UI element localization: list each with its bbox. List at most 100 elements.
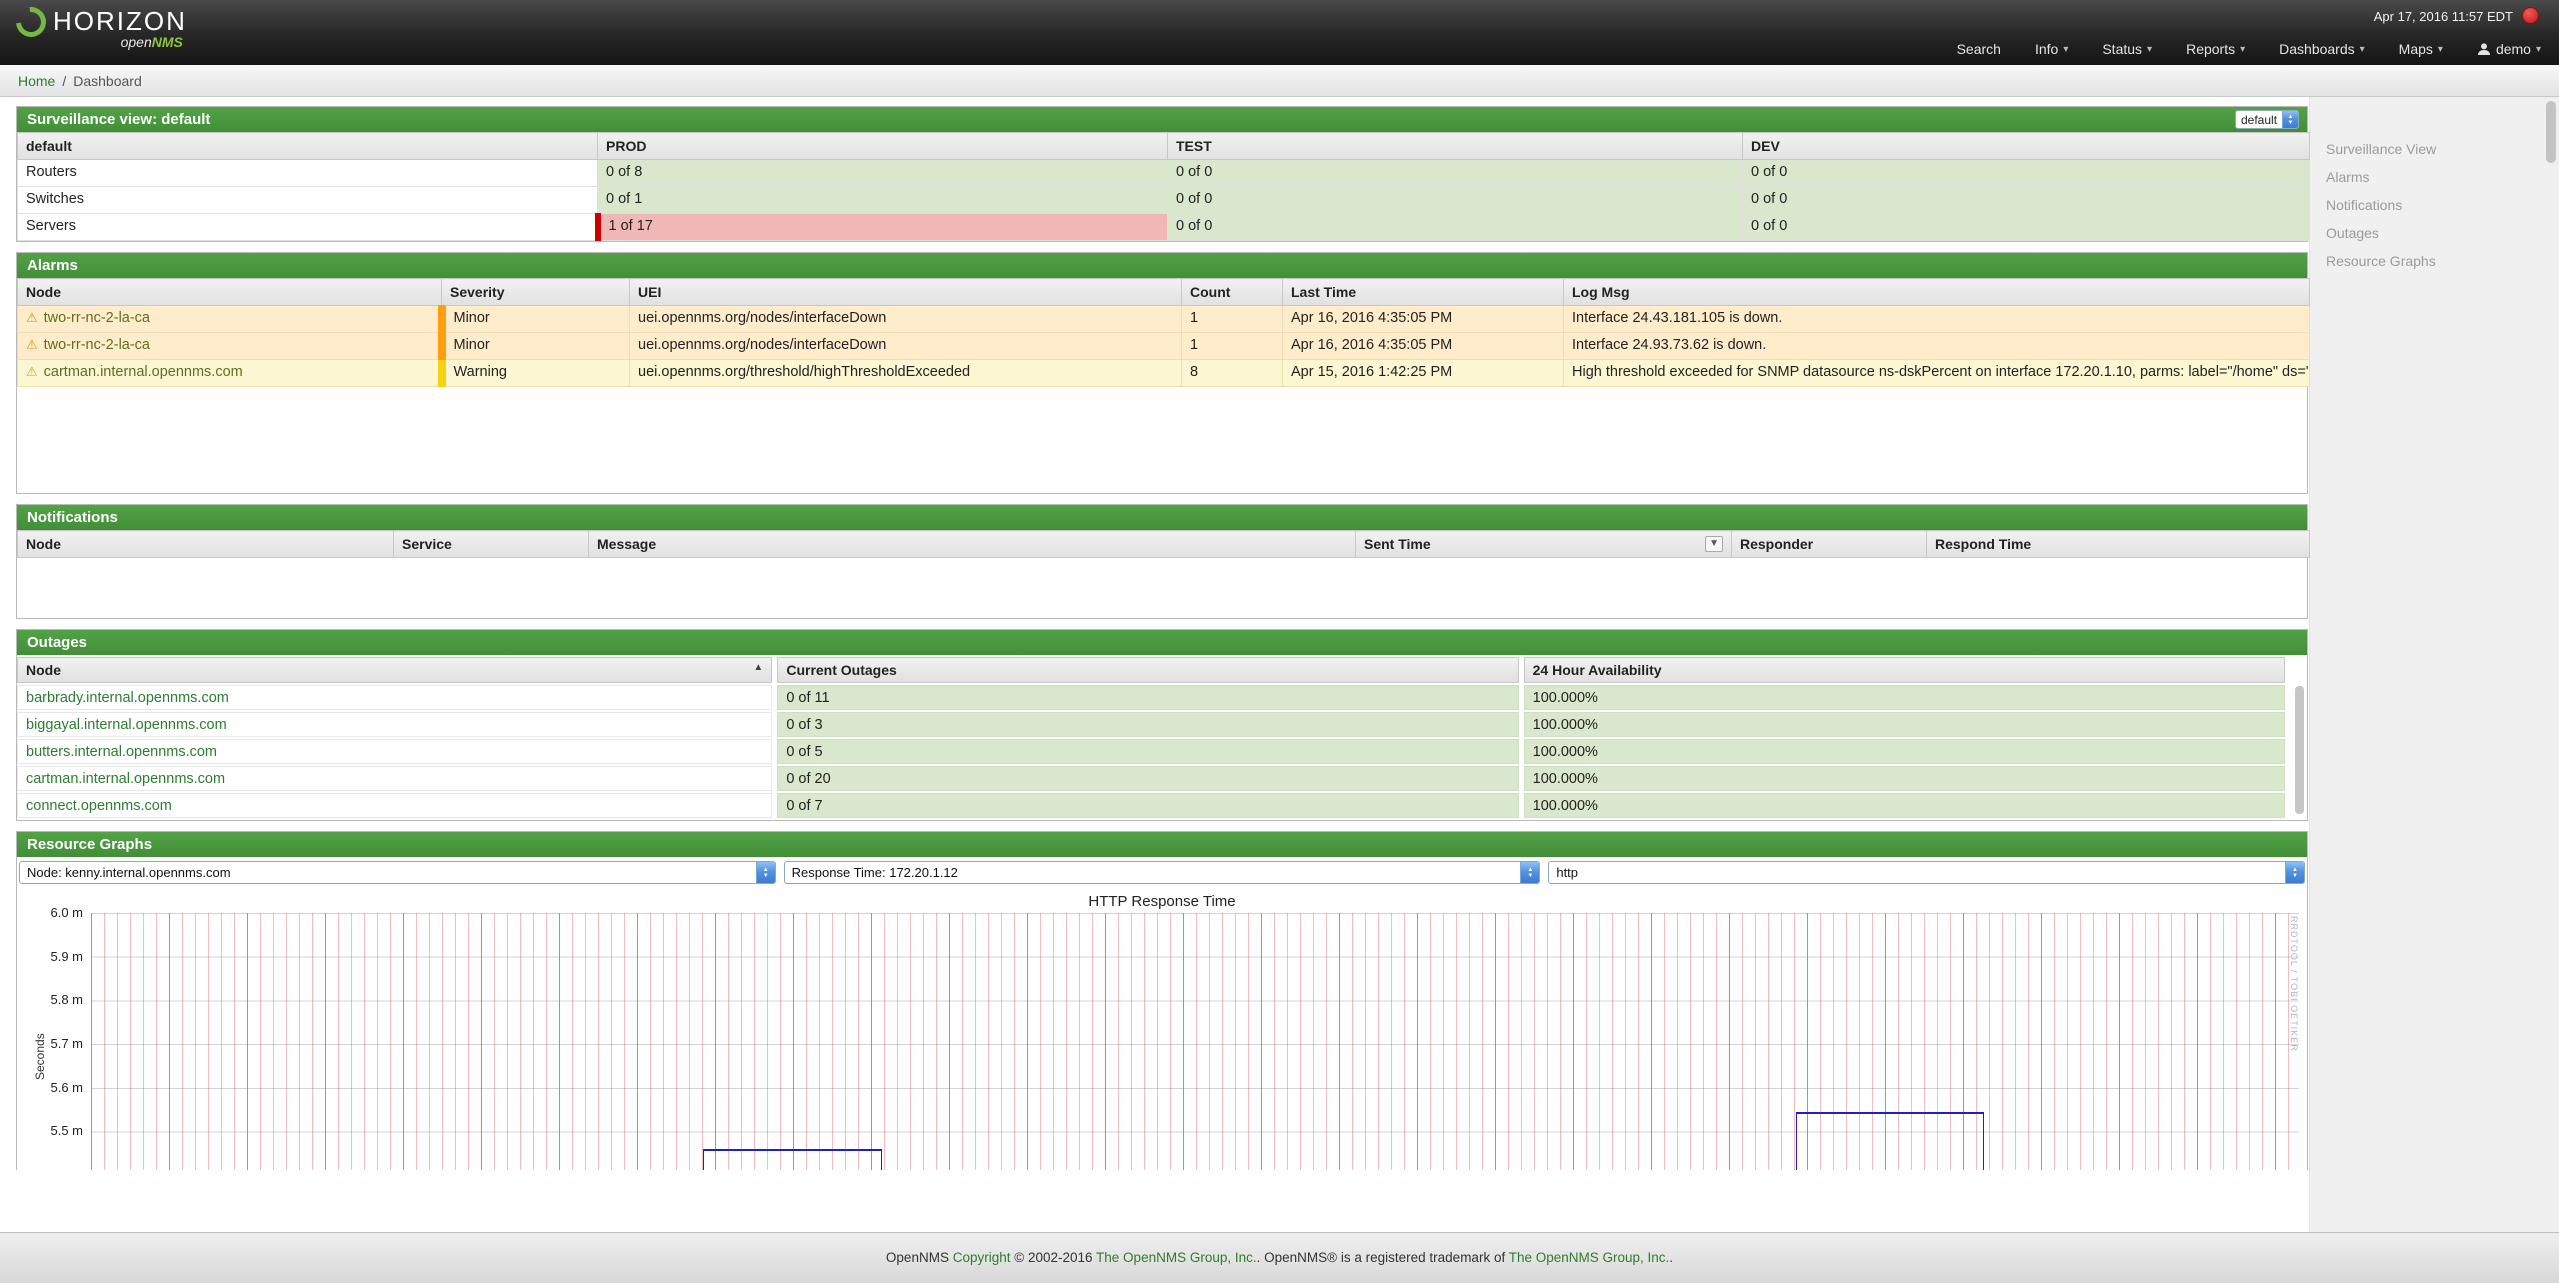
chevron-down-icon: ▾ xyxy=(2147,44,2152,55)
alarms-panel-title: Alarms xyxy=(27,257,78,274)
surveillance-cell[interactable]: 0 of 8 xyxy=(598,160,1168,187)
outage-row: connect.opennms.com 0 of 7 100.000% xyxy=(17,793,2285,818)
outage-availability: 100.000% xyxy=(1524,739,2285,764)
notifications-col-sent-time[interactable]: ▼ Sent Time xyxy=(1356,531,1732,558)
outages-col-current[interactable]: Current Outages xyxy=(777,657,1518,683)
surveillance-cell[interactable]: 0 of 0 xyxy=(1168,160,1743,187)
alarm-node-link[interactable]: two-rr-nc-2-la-ca xyxy=(44,310,150,326)
outages-panel: Outages ▲ Node Current Outages 24 Hour A… xyxy=(16,629,2308,821)
surveillance-cell[interactable]: 0 of 0 xyxy=(1743,160,2310,187)
notifications-col-message[interactable]: Message xyxy=(589,531,1356,558)
resource-graphs-panel-title: Resource Graphs xyxy=(27,836,152,853)
graph-type-select[interactable]: http ▲▼ xyxy=(1548,861,2305,884)
sort-asc-icon[interactable]: ▲ xyxy=(753,662,763,673)
alarm-log-msg: Interface 24.93.73.62 is down. xyxy=(1564,333,2310,360)
surveillance-view-select[interactable]: default ▲▼ xyxy=(2235,110,2299,129)
alarm-node-cell: ⚠two-rr-nc-2-la-ca xyxy=(18,333,442,360)
alarm-severity: Warning xyxy=(442,360,630,387)
surveillance-row-switches: Switches 0 of 1 0 of 0 0 of 0 xyxy=(18,187,2310,214)
alarm-last-time: Apr 16, 2016 4:35:05 PM xyxy=(1283,306,1564,333)
alarms-col-uei[interactable]: UEI xyxy=(630,279,1182,306)
nav-reports[interactable]: Reports▾ xyxy=(2186,41,2245,57)
surveillance-row-label[interactable]: Servers xyxy=(18,214,598,241)
chevron-down-icon: ▾ xyxy=(2438,44,2443,55)
nav-info[interactable]: Info▾ xyxy=(2035,41,2068,57)
sidebar-item-surveillance-view[interactable]: Surveillance View xyxy=(2326,135,2559,163)
chevron-down-icon: ▾ xyxy=(2063,44,2068,55)
nav-search[interactable]: Search xyxy=(1957,41,2001,57)
page-scrollbar[interactable] xyxy=(2546,101,2556,163)
outage-row: butters.internal.opennms.com 0 of 5 100.… xyxy=(17,739,2285,764)
alarms-col-severity[interactable]: Severity xyxy=(442,279,630,306)
resource-graph-selectors: Node: kenny.internal.opennms.com ▲▼ Resp… xyxy=(17,857,2307,888)
alarms-col-node[interactable]: Node xyxy=(18,279,442,306)
outages-col-node[interactable]: ▲ Node xyxy=(17,657,772,683)
sidebar-item-resource-graphs[interactable]: Resource Graphs xyxy=(2326,247,2559,275)
surveillance-table: default PROD TEST DEV Routers 0 of 8 0 o… xyxy=(17,132,2310,241)
outage-current: 0 of 3 xyxy=(777,712,1518,737)
outage-node-link[interactable]: butters.internal.opennms.com xyxy=(26,744,217,760)
alarms-table: Node Severity UEI Count Last Time Log Ms… xyxy=(17,278,2310,387)
nav-status[interactable]: Status▾ xyxy=(2102,41,2152,57)
chart-title: HTTP Response Time xyxy=(17,893,2307,910)
surveillance-panel-title: Surveillance view: default xyxy=(27,111,210,128)
sidebar-item-outages[interactable]: Outages xyxy=(2326,219,2559,247)
outage-node-link[interactable]: connect.opennms.com xyxy=(26,798,172,814)
status-indicator-badge[interactable] xyxy=(2522,7,2539,24)
surveillance-col-test[interactable]: TEST xyxy=(1168,133,1743,160)
nav-dashboards[interactable]: Dashboards▾ xyxy=(2279,41,2365,57)
outage-node-link[interactable]: cartman.internal.opennms.com xyxy=(26,771,225,787)
alarm-row: ⚠cartman.internal.opennms.com Warning ue… xyxy=(18,360,2310,387)
opennms-horizon-logo[interactable]: HORIZON openNMS xyxy=(16,6,187,50)
surveillance-row-label[interactable]: Routers xyxy=(18,160,598,187)
outage-availability: 100.000% xyxy=(1524,712,2285,737)
surveillance-cell[interactable]: 0 of 0 xyxy=(1743,214,2310,241)
breadcrumb-current: Dashboard xyxy=(73,73,142,89)
surveillance-cell-critical[interactable]: 1 of 17 xyxy=(598,214,1168,241)
alarms-panel: Alarms Node Severity UEI Count Last Time… xyxy=(16,252,2308,494)
surveillance-col-prod[interactable]: PROD xyxy=(598,133,1168,160)
resource-graphs-panel: Resource Graphs Node: kenny.internal.ope… xyxy=(16,831,2308,1170)
surveillance-cell[interactable]: 0 of 0 xyxy=(1168,214,1743,241)
outage-row: cartman.internal.opennms.com 0 of 20 100… xyxy=(17,766,2285,791)
warning-triangle-icon: ⚠ xyxy=(26,364,38,379)
sidebar-item-alarms[interactable]: Alarms xyxy=(2326,163,2559,191)
outages-panel-title: Outages xyxy=(27,634,87,651)
plot-area xyxy=(91,913,2299,1170)
alarms-col-last-time[interactable]: Last Time xyxy=(1283,279,1564,306)
sidebar-link-list: Surveillance View Alarms Notifications O… xyxy=(2326,135,2559,275)
alarm-node-link[interactable]: two-rr-nc-2-la-ca xyxy=(44,337,150,353)
notifications-col-respond-time[interactable]: Respond Time xyxy=(1927,531,2310,558)
outage-node-link[interactable]: biggayal.internal.opennms.com xyxy=(26,717,227,733)
resource-select[interactable]: Response Time: 172.20.1.12 ▲▼ xyxy=(784,861,1541,884)
sort-desc-icon[interactable]: ▼ xyxy=(1705,536,1723,552)
nav-user-menu[interactable]: demo ▾ xyxy=(2477,41,2541,57)
surveillance-cell[interactable]: 0 of 0 xyxy=(1168,187,1743,214)
outages-col-availability[interactable]: 24 Hour Availability xyxy=(1524,657,2285,683)
y-axis-tick: 5.8 m xyxy=(25,992,83,1007)
alarms-col-log-msg[interactable]: Log Msg xyxy=(1564,279,2310,306)
notifications-col-service[interactable]: Service xyxy=(394,531,589,558)
footer-text: OpenNMS® is a registered trademark of xyxy=(1264,1250,1505,1265)
surveillance-cell[interactable]: 0 of 0 xyxy=(1743,187,2310,214)
node-select[interactable]: Node: kenny.internal.opennms.com ▲▼ xyxy=(19,861,776,884)
footer-group-link[interactable]: The OpenNMS Group, Inc. xyxy=(1509,1250,1670,1265)
nav-maps[interactable]: Maps▾ xyxy=(2399,41,2443,57)
alarm-node-link[interactable]: cartman.internal.opennms.com xyxy=(44,364,243,380)
surveillance-row-label[interactable]: Switches xyxy=(18,187,598,214)
breadcrumb-home-link[interactable]: Home xyxy=(18,73,55,89)
footer-copyright-link[interactable]: Copyright xyxy=(953,1250,1011,1265)
notifications-col-responder[interactable]: Responder xyxy=(1732,531,1927,558)
notifications-empty-space xyxy=(17,558,2307,618)
outages-scrollbar[interactable] xyxy=(2295,686,2304,814)
outage-node-link[interactable]: barbrady.internal.opennms.com xyxy=(26,690,229,706)
alarms-col-count[interactable]: Count xyxy=(1182,279,1283,306)
alarm-log-msg: Interface 24.43.181.105 is down. xyxy=(1564,306,2310,333)
surveillance-col-dev[interactable]: DEV xyxy=(1743,133,2310,160)
surveillance-cell[interactable]: 0 of 1 xyxy=(598,187,1168,214)
alarm-row: ⚠two-rr-nc-2-la-ca Minor uei.opennms.org… xyxy=(18,306,2310,333)
notifications-col-node[interactable]: Node xyxy=(18,531,394,558)
sidebar-item-notifications[interactable]: Notifications xyxy=(2326,191,2559,219)
surveillance-row-routers: Routers 0 of 8 0 of 0 0 of 0 xyxy=(18,160,2310,187)
footer-group-link[interactable]: The OpenNMS Group, Inc. xyxy=(1096,1250,1257,1265)
